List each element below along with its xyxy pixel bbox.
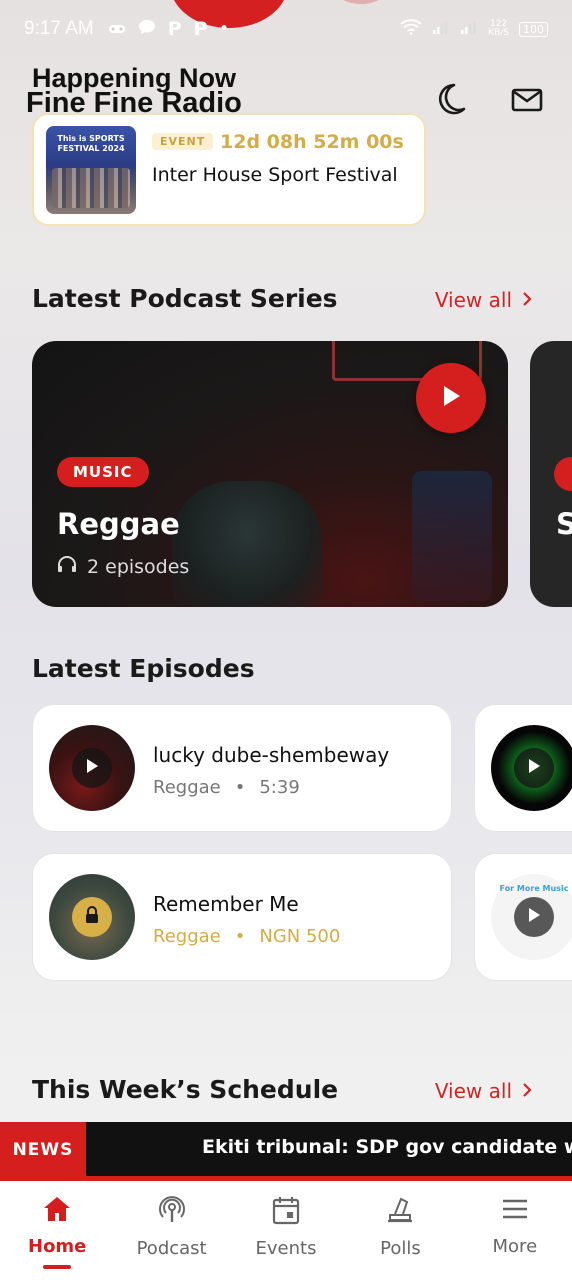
podcast-category-tag: MUSIC <box>57 457 149 487</box>
episodes-count-label: 2 episodes <box>87 555 190 578</box>
episode-genre: Reggae <box>153 777 221 798</box>
polls-icon <box>385 1195 415 1230</box>
news-ticker[interactable]: NEWS Ekiti tribunal: SDP gov candidate w… <box>0 1122 572 1178</box>
episode-play-button[interactable] <box>514 897 554 937</box>
headphones-icon <box>57 555 77 578</box>
chat-icon <box>138 18 156 40</box>
play-icon <box>527 758 541 778</box>
theme-toggle-button[interactable] <box>430 82 470 122</box>
dot-icon: • <box>219 21 229 37</box>
episode-card[interactable]: lucky dube-shembeway Reggae • 5:39 <box>32 704 452 832</box>
chevron-right-icon <box>522 288 532 312</box>
podcast-card-art <box>172 481 322 607</box>
nav-events[interactable]: Events <box>229 1181 343 1280</box>
signal-icon <box>432 20 450 38</box>
wifi-icon <box>400 19 422 39</box>
thumb-caption: For More Music <box>499 884 569 893</box>
mail-icon <box>511 87 543 117</box>
episode-duration: 5:39 <box>259 777 300 798</box>
podcast-card[interactable]: MUSIC Reggae 2 episodes <box>32 341 508 607</box>
messages-button[interactable] <box>507 82 547 122</box>
play-icon <box>440 384 462 412</box>
episode-meta: Reggae • 5:39 <box>153 777 300 798</box>
episode-card[interactable]: Remember Me Reggae • NGN 500 <box>32 853 452 981</box>
news-headline: Ekiti tribunal: SDP gov candidate withdr… <box>202 1136 572 1158</box>
podcast-episodes-count: 2 episodes <box>57 555 189 578</box>
podcast-play-button[interactable] <box>416 363 486 433</box>
event-card[interactable]: This is SPORTS FESTIVAL 2024 EVENT 12d 0… <box>32 113 426 226</box>
meta-separator: • <box>234 926 246 947</box>
nav-label: Home <box>28 1236 87 1257</box>
calendar-icon <box>272 1195 300 1230</box>
status-right-icons: 122 KB/S 100 <box>400 19 548 39</box>
moon-icon <box>434 83 466 121</box>
event-badge: EVENT <box>152 133 214 150</box>
nav-polls[interactable]: Polls <box>343 1181 457 1280</box>
nav-more[interactable]: More <box>458 1181 572 1280</box>
schedule-view-all-link[interactable]: View all <box>435 1079 532 1103</box>
play-icon <box>527 907 541 927</box>
signal-icon-2 <box>460 20 478 38</box>
p-icon: P <box>167 18 182 40</box>
event-name: Inter House Sport Festival <box>152 164 398 186</box>
bottom-navigation: Home Podcast Events Polls More <box>0 1181 572 1280</box>
status-bar: 9:17 AM P P • 122 KB/S 100 <box>0 0 572 58</box>
view-all-label: View all <box>434 288 512 312</box>
episode-thumbnail <box>49 874 135 960</box>
news-label: NEWS <box>0 1122 86 1178</box>
nav-home[interactable]: Home <box>0 1181 114 1280</box>
nav-label: Polls <box>380 1238 421 1259</box>
episode-card-next[interactable] <box>474 704 572 832</box>
lock-icon <box>84 906 100 928</box>
episode-thumbnail <box>491 725 572 811</box>
episode-title: lucky dube-shembeway <box>153 743 390 767</box>
episode-thumbnail: For More Music <box>491 874 572 960</box>
event-thumbnail: This is SPORTS FESTIVAL 2024 <box>46 126 136 214</box>
episode-thumbnail <box>49 725 135 811</box>
podcast-card-next[interactable]: S <box>530 341 572 607</box>
episodes-section-title: Latest Episodes <box>32 654 255 683</box>
episode-meta: Reggae • NGN 500 <box>153 926 340 947</box>
event-countdown: 12d 08h 52m 00s <box>220 131 404 153</box>
nav-label: More <box>492 1236 538 1257</box>
status-left-icons: P P • <box>108 18 229 40</box>
network-speed: 122 KB/S <box>488 19 509 38</box>
p-icon: P <box>193 18 208 40</box>
home-icon <box>42 1195 72 1228</box>
status-time: 9:17 AM <box>24 18 94 39</box>
battery-indicator: 100 <box>519 21 548 37</box>
schedule-section-title: This Week’s Schedule <box>32 1075 339 1104</box>
podcast-view-all-link[interactable]: View all <box>435 288 532 312</box>
episode-locked-badge <box>72 897 112 937</box>
episode-title: Remember Me <box>153 892 299 916</box>
podcast-icon <box>157 1195 187 1230</box>
chevron-right-icon <box>522 1079 532 1103</box>
podcast-category-tag <box>554 457 572 491</box>
podcast-section-title: Latest Podcast Series <box>32 284 338 313</box>
view-all-label: View all <box>434 1079 512 1103</box>
play-icon <box>85 758 99 778</box>
nav-podcast[interactable]: Podcast <box>114 1181 228 1280</box>
episode-play-button[interactable] <box>514 748 554 788</box>
nav-label: Podcast <box>136 1238 207 1259</box>
podcast-name: S <box>556 507 572 541</box>
meta-separator: • <box>234 777 246 798</box>
episode-genre: Reggae <box>153 926 221 947</box>
episode-price: NGN 500 <box>259 926 341 947</box>
menu-icon <box>500 1195 530 1228</box>
episode-play-button[interactable] <box>72 748 112 788</box>
nav-label: Events <box>255 1238 317 1259</box>
game-icon <box>108 18 126 40</box>
episode-card-next[interactable]: For More Music <box>474 853 572 981</box>
event-thumb-text: This is SPORTS FESTIVAL 2024 <box>57 134 125 153</box>
podcast-card-art <box>412 471 492 601</box>
podcast-name: Reggae <box>57 507 180 541</box>
